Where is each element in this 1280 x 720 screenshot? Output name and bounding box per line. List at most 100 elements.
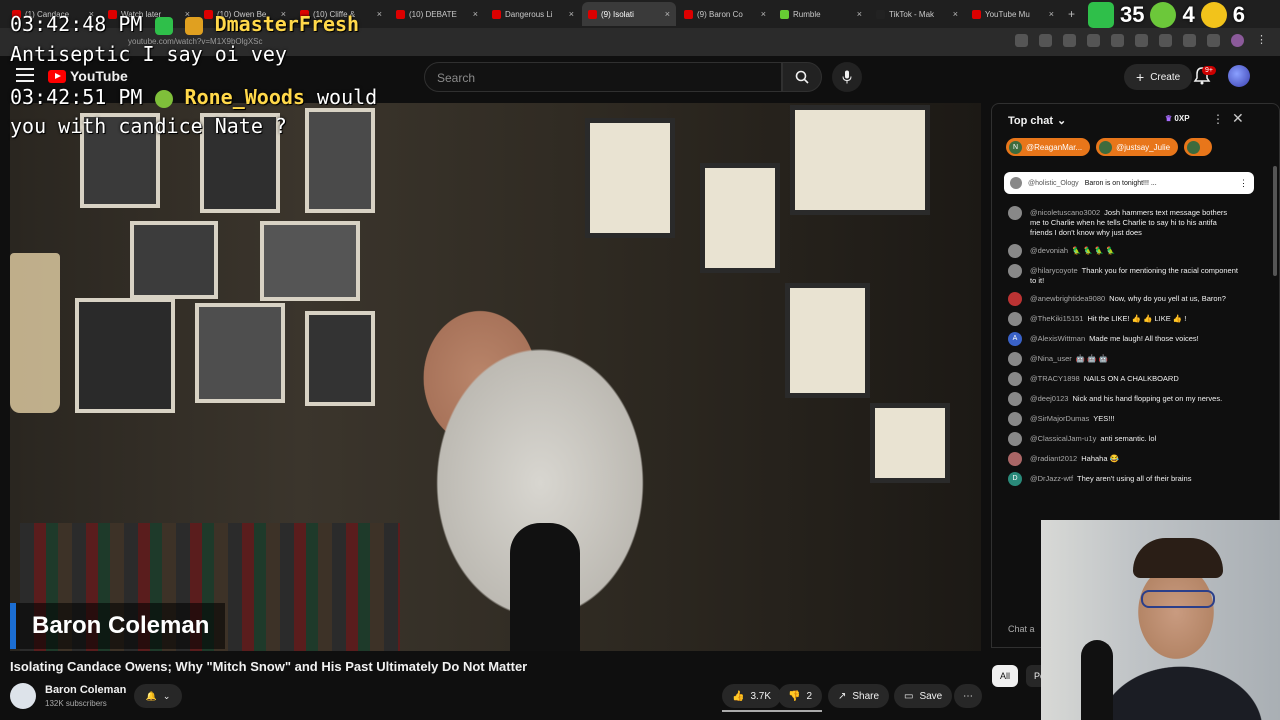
chat-message[interactable]: @deej0123 Nick and his hand flopping get … bbox=[1008, 392, 1238, 406]
chat-message[interactable]: @radiant2012 Hahaha 😂 bbox=[1008, 452, 1238, 466]
tab-close-icon[interactable]: × bbox=[473, 9, 478, 19]
more-actions-button[interactable]: ⋯ bbox=[954, 684, 982, 708]
close-icon[interactable]: ✕ bbox=[1232, 110, 1244, 127]
search-input[interactable]: Search bbox=[424, 62, 782, 92]
chat-more-icon[interactable]: ⋮ bbox=[1212, 112, 1224, 126]
new-tab-button[interactable]: + bbox=[1062, 7, 1081, 21]
browser-tab[interactable]: Watch later × bbox=[102, 2, 196, 26]
chat-username: @Nina_user bbox=[1030, 354, 1072, 363]
subscription-notifications-button[interactable]: 🔔 ⌄ bbox=[134, 684, 182, 708]
browser-tab[interactable]: (9) Baron Co × bbox=[678, 2, 772, 26]
lamp bbox=[10, 253, 60, 413]
tab-close-icon[interactable]: × bbox=[89, 9, 94, 19]
profile-icon[interactable] bbox=[1231, 34, 1244, 47]
super-chat-ticker[interactable] bbox=[1184, 138, 1213, 156]
browser-tab[interactable]: TikTok - Mak × bbox=[870, 2, 964, 26]
extension-icon[interactable] bbox=[1159, 34, 1172, 47]
browser-tab[interactable]: Dangerous Li × bbox=[486, 2, 580, 26]
voice-search-button[interactable] bbox=[832, 62, 862, 92]
pinned-more-icon[interactable]: ⋮ bbox=[1239, 178, 1248, 189]
chat-message[interactable]: A @AlexisWittman Made me laugh! All those … bbox=[1008, 332, 1238, 346]
super-chat-ticker[interactable]: @justsay_Julie bbox=[1096, 138, 1179, 156]
chat-message-body: @deej0123 Nick and his hand flopping get … bbox=[1030, 394, 1222, 406]
tab-favicon-icon bbox=[300, 9, 309, 19]
chat-scrollbar[interactable] bbox=[1273, 166, 1277, 276]
save-label: Save bbox=[919, 690, 943, 702]
tab-close-icon[interactable]: × bbox=[857, 9, 862, 19]
browser-tab[interactable]: YouTube Mu × bbox=[966, 2, 1060, 26]
chat-message[interactable]: @anewbrightidea9080 Now, why do you yell … bbox=[1008, 292, 1238, 306]
chat-message[interactable]: @ClassicalJam-u1y anti semantic. lol bbox=[1008, 432, 1238, 446]
create-button[interactable]: + Create bbox=[1124, 64, 1193, 90]
tab-title: (9) Isolati bbox=[601, 9, 634, 19]
chat-message[interactable]: @TRACY1898 NAILS ON A CHALKBOARD bbox=[1008, 372, 1238, 386]
browser-tab[interactable]: (10) DEBATE × bbox=[390, 2, 484, 26]
chat-input[interactable]: Chat a bbox=[1008, 624, 1035, 634]
address-bar[interactable]: youtube.com/watch?v=M1X9bOlgXSc ⋮ bbox=[0, 28, 1280, 56]
browser-tab[interactable]: Rumble × bbox=[774, 2, 868, 26]
tab-close-icon[interactable]: × bbox=[185, 9, 190, 19]
tab-close-icon[interactable]: × bbox=[569, 9, 574, 19]
chat-text: YES!!! bbox=[1093, 414, 1115, 423]
extension-icon[interactable] bbox=[1039, 34, 1052, 47]
browser-tab[interactable]: (9) Isolati × bbox=[582, 2, 676, 26]
hamburger-menu-icon[interactable] bbox=[16, 68, 34, 82]
chat-message[interactable]: @Nina_user 🤖 🤖 🤖 bbox=[1008, 352, 1238, 366]
tab-close-icon[interactable]: × bbox=[953, 9, 958, 19]
extensions-toolbar: ⋮ bbox=[1015, 34, 1268, 47]
like-ratio-bar bbox=[722, 710, 822, 712]
browser-tab[interactable]: (10) Owen Be × bbox=[198, 2, 292, 26]
chat-mode-dropdown[interactable]: Top chat ⌄ bbox=[1008, 114, 1066, 128]
chat-message[interactable]: @SirMajorDumas YES!!! bbox=[1008, 412, 1238, 426]
tab-favicon-icon bbox=[396, 9, 405, 19]
url-text[interactable]: youtube.com/watch?v=M1X9bOlgXSc bbox=[128, 37, 263, 46]
tab-close-icon[interactable]: × bbox=[281, 9, 286, 19]
wall-diploma bbox=[870, 403, 950, 483]
chat-username: @DrJazz-wtf bbox=[1030, 474, 1074, 483]
menu-icon[interactable]: ⋮ bbox=[1255, 34, 1268, 47]
chat-message-body: @AlexisWittman Made me laugh! All those v… bbox=[1030, 334, 1199, 346]
youtube-logo[interactable]: YouTube bbox=[48, 68, 128, 84]
chip-all[interactable]: All bbox=[992, 665, 1019, 687]
screen: (1) Candace × Watch later × (10) Owen Be × (10… bbox=[0, 0, 1280, 720]
super-chat-ticker[interactable]: N @ReaganMar... bbox=[1006, 138, 1091, 156]
video-player[interactable]: Baron Coleman bbox=[10, 103, 981, 651]
pinned-message[interactable]: @holistic_Ology Baron is on tonight!!! .… bbox=[1004, 172, 1254, 194]
create-label: Create bbox=[1150, 71, 1181, 83]
channel-avatar[interactable] bbox=[10, 683, 36, 709]
tab-close-icon[interactable]: × bbox=[1049, 9, 1054, 19]
chat-avatar bbox=[1008, 392, 1022, 406]
tab-close-icon[interactable]: × bbox=[761, 9, 766, 19]
chat-message[interactable]: @hilarycoyote Thank you for mentioning th… bbox=[1008, 264, 1238, 286]
extension-icon[interactable] bbox=[1015, 34, 1028, 47]
plus-icon: + bbox=[1136, 69, 1145, 85]
wall-diploma bbox=[585, 118, 675, 238]
extension-icon[interactable] bbox=[1135, 34, 1148, 47]
channel-name[interactable]: Baron Coleman bbox=[45, 684, 126, 696]
save-button[interactable]: ▭ Save bbox=[894, 684, 953, 708]
chat-message-body: @Nina_user 🤖 🤖 🤖 bbox=[1030, 354, 1108, 366]
extension-icon[interactable] bbox=[1111, 34, 1124, 47]
like-button[interactable]: 👍 3.7K bbox=[722, 684, 782, 708]
chat-message[interactable]: @TheKiki15151 Hit the LIKE! 👍 👍 LIKE 👍 ! bbox=[1008, 312, 1238, 326]
tab-close-icon[interactable]: × bbox=[377, 9, 382, 19]
tab-close-icon[interactable]: × bbox=[665, 9, 670, 19]
account-avatar[interactable] bbox=[1228, 65, 1250, 87]
tab-favicon-icon bbox=[780, 9, 789, 19]
chat-avatar bbox=[1008, 452, 1022, 466]
chat-text: Made me laugh! All those voices! bbox=[1089, 334, 1199, 343]
share-button[interactable]: ↗ Share bbox=[828, 684, 890, 708]
extension-icon[interactable] bbox=[1063, 34, 1076, 47]
extension-icon[interactable] bbox=[1183, 34, 1196, 47]
browser-tab[interactable]: (10) Cliffe & × bbox=[294, 2, 388, 26]
dislike-button[interactable]: 👎 2 bbox=[778, 684, 823, 708]
browser-tab[interactable]: (1) Candace × bbox=[6, 2, 100, 26]
search-button[interactable] bbox=[782, 62, 822, 92]
youtube-play-icon bbox=[48, 69, 66, 83]
extension-icon[interactable] bbox=[1207, 34, 1220, 47]
extension-icon[interactable] bbox=[1087, 34, 1100, 47]
youtube-header: YouTube Search + Create 9+ bbox=[0, 56, 1280, 98]
chat-message[interactable]: @devoniah 🦜 🦜 🦜 🦜 bbox=[1008, 244, 1238, 258]
chat-message[interactable]: D @DrJazz-wtf They aren't using all of the… bbox=[1008, 472, 1238, 486]
chat-message[interactable]: @nicoletuscano3002 Josh hammers text mess… bbox=[1008, 206, 1238, 238]
